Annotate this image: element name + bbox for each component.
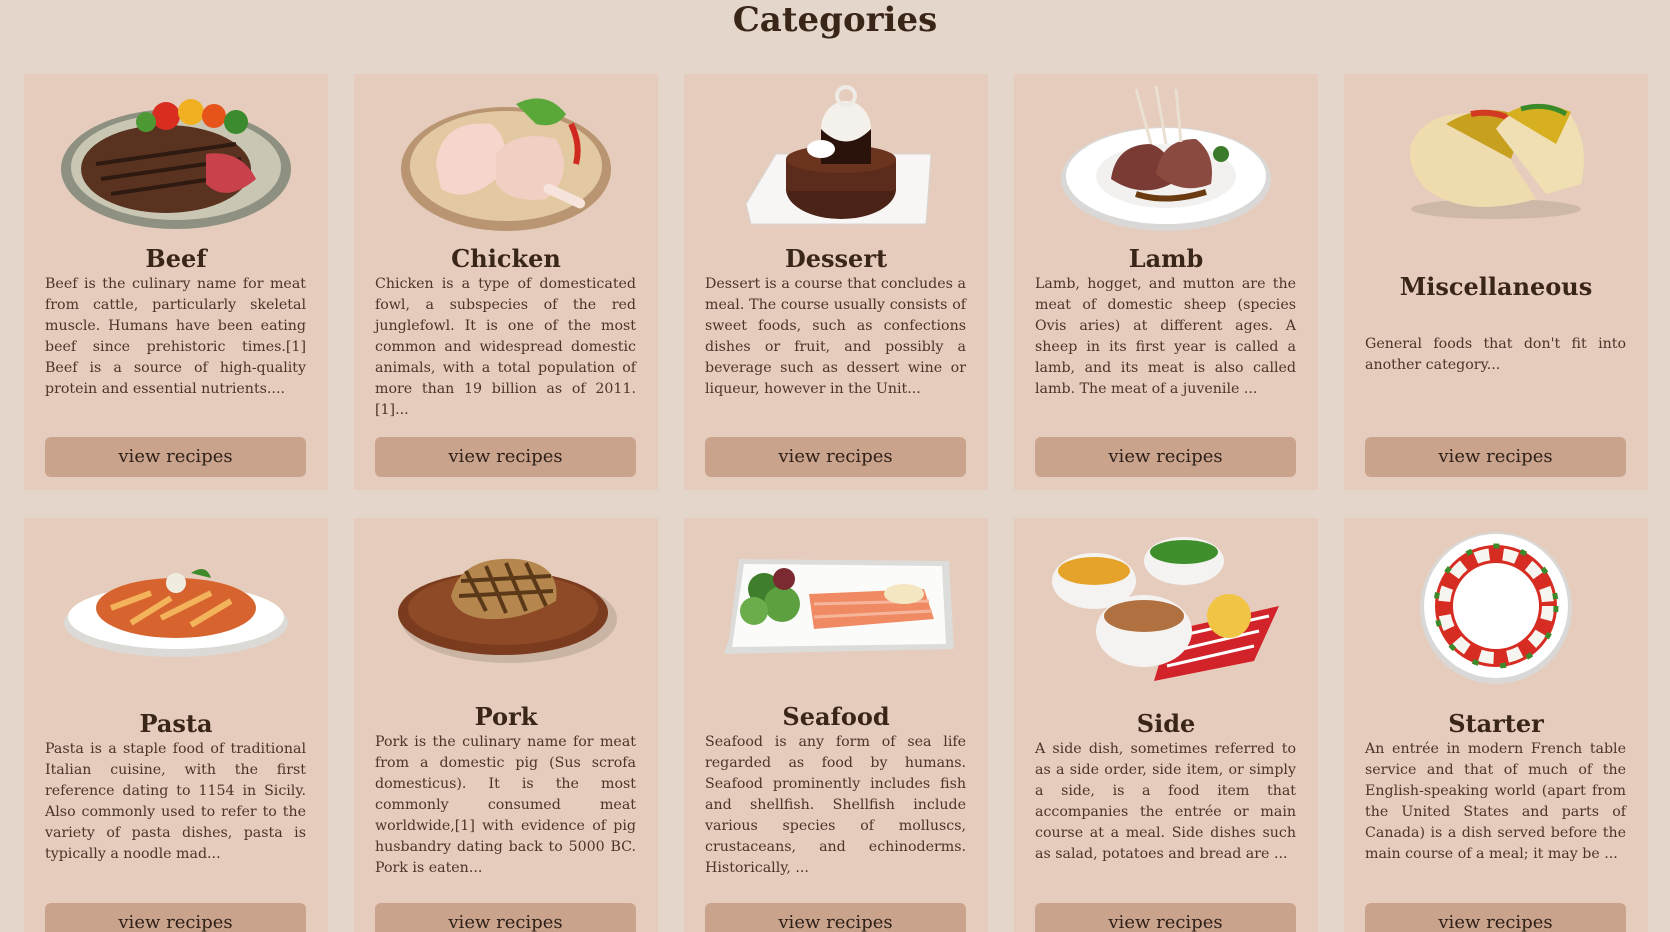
category-description: Chicken is a type of domesticated fowl, … [375,276,636,418]
view-recipes-button[interactable]: view recipes [45,437,306,477]
salmon-platter-icon [684,546,988,661]
category-name: Side [1136,709,1196,738]
categories-page: Categories Beef Beef is the culinary nam… [0,0,1670,932]
category-description: Dessert is a course that concludes a mea… [705,276,966,397]
category-card-seafood: Seafood Seafood is any form of sea life … [684,518,988,932]
category-name: Lamb [1128,244,1204,273]
view-recipes-button[interactable]: view recipes [1365,437,1626,477]
category-name: Dessert [784,244,888,273]
chicken-legs-icon [354,84,658,234]
tacos-icon [1344,84,1648,234]
category-card-chicken: Chicken Chicken is a type of domesticate… [354,74,658,490]
chocolate-cake-icon [684,84,988,234]
category-description: A side dish, sometimes referred to as a … [1035,741,1296,862]
category-name: Pork [474,702,538,731]
category-description: Pork is the culinary name for meat from … [375,734,636,876]
page-title: Categories [732,0,938,40]
category-description: General foods that don't fit into anothe… [1365,336,1626,373]
category-description: An entrée in modern French table service… [1365,741,1626,862]
category-name: Beef [145,244,207,273]
category-name: Miscellaneous [1399,272,1593,301]
category-description: Seafood is any form of sea life regarded… [705,734,966,876]
category-card-pasta: Pasta Pasta is a staple food of traditio… [24,518,328,932]
category-description: Pasta is a staple food of traditional It… [45,741,306,862]
category-name: Starter [1448,709,1544,738]
view-recipes-button[interactable]: view recipes [375,437,636,477]
category-card-dessert: Dessert Dessert is a course that conclud… [684,74,988,490]
pasta-bowl-icon [24,548,328,668]
category-description: Beef is the culinary name for meat from … [45,276,306,397]
category-card-beef: Beef Beef is the culinary name for meat … [24,74,328,490]
side-bowls-icon [1014,536,1318,686]
view-recipes-button[interactable]: view recipes [705,437,966,477]
category-card-side: Side A side dish, sometimes referred to … [1014,518,1318,932]
view-recipes-button[interactable]: view recipes [1035,903,1296,932]
view-recipes-button[interactable]: view recipes [705,903,966,932]
category-name: Seafood [782,702,890,731]
view-recipes-button[interactable]: view recipes [375,903,636,932]
caprese-plate-icon [1344,528,1648,688]
category-description: Lamb, hogget, and mutton are the meat of… [1035,276,1296,397]
category-name: Chicken [451,244,561,273]
lamb-chops-icon [1014,84,1318,234]
view-recipes-button[interactable]: view recipes [1365,903,1626,932]
pork-chop-board-icon [354,538,658,668]
view-recipes-button[interactable]: view recipes [45,903,306,932]
category-card-starter: Starter An entrée in modern French table… [1344,518,1648,932]
category-name: Pasta [139,709,213,738]
view-recipes-button[interactable]: view recipes [1035,437,1296,477]
category-card-pork: Pork Pork is the culinary name for meat … [354,518,658,932]
steak-plate-icon [24,84,328,234]
category-card-miscellaneous: Miscellaneous General foods that don't f… [1344,74,1648,490]
category-card-lamb: Lamb Lamb, hogget, and mutton are the me… [1014,74,1318,490]
category-grid: Beef Beef is the culinary name for meat … [24,74,1650,932]
